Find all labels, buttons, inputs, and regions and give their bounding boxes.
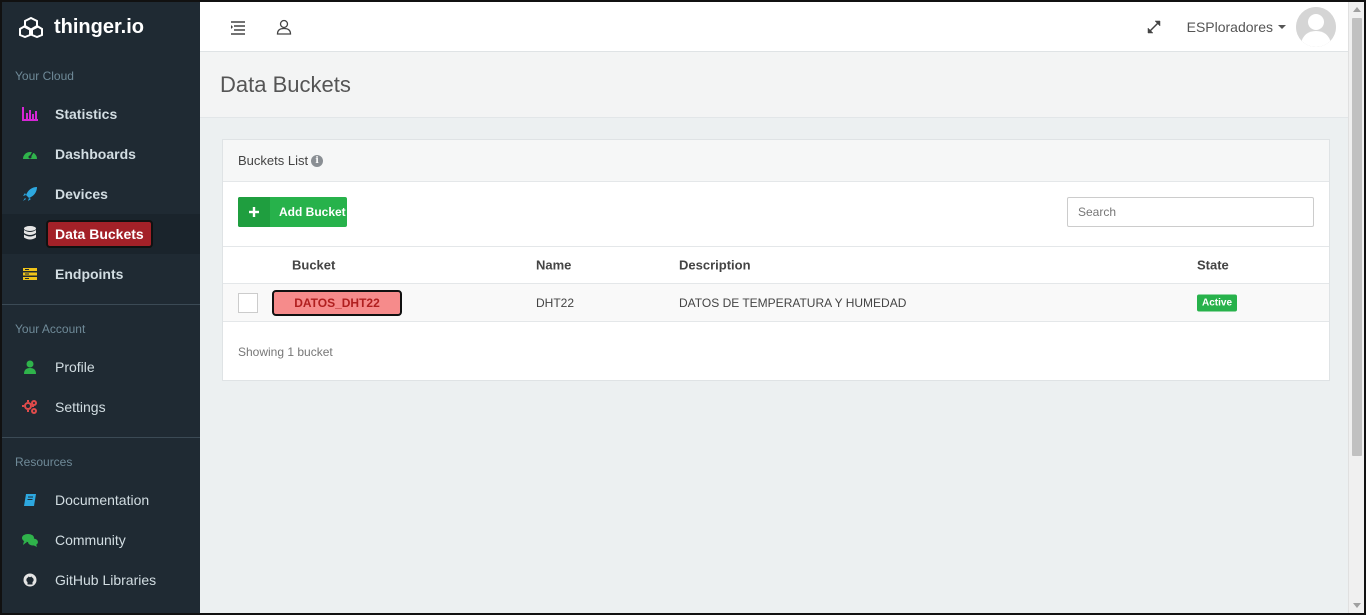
vertical-scrollbar[interactable] [1348, 2, 1364, 613]
sidebar-item-data-buckets[interactable]: Data Buckets [2, 214, 200, 254]
avatar[interactable] [1296, 7, 1336, 47]
sidebar-item-devices[interactable]: Devices [2, 174, 200, 214]
top-navbar: ESPloradores [200, 2, 1350, 52]
page-header: Data Buckets [200, 52, 1350, 118]
scroll-thumb[interactable] [1352, 18, 1362, 456]
book-icon [22, 492, 38, 508]
chevron-down-icon [1278, 25, 1286, 29]
thinger-logo-icon [19, 16, 43, 38]
sidebar-item-label: Profile [55, 359, 95, 375]
brand[interactable]: thinger.io [2, 2, 200, 52]
rocket-icon [22, 186, 38, 202]
menu-toggle-icon[interactable] [230, 16, 250, 36]
sidebar-item-label: GitHub Libraries [55, 572, 157, 588]
sidebar-item-documentation[interactable]: Documentation [2, 480, 200, 520]
sidebar-item-label: Devices [55, 186, 108, 202]
database-icon [22, 226, 38, 242]
username: ESPloradores [1186, 19, 1273, 35]
bucket-name-cell: DHT22 [536, 295, 575, 310]
search-input[interactable] [1067, 197, 1314, 227]
app-window: thinger.io Your Cloud Statistics Dashboa… [0, 0, 1366, 615]
cogs-icon [22, 399, 38, 415]
scroll-down-arrow-icon[interactable] [1353, 603, 1361, 608]
column-header-description[interactable]: Description [679, 258, 751, 273]
endpoint-icon [22, 266, 38, 282]
scroll-up-arrow-icon[interactable] [1353, 7, 1361, 12]
sidebar-item-label: Community [55, 532, 126, 548]
section-label-your-account: Your Account [15, 322, 86, 336]
sidebar: thinger.io Your Cloud Statistics Dashboa… [2, 2, 200, 613]
sidebar-item-label: Dashboards [55, 146, 136, 162]
table-footer: Showing 1 bucket [238, 345, 333, 359]
add-bucket-button[interactable]: Add Bucket [238, 197, 347, 227]
column-header-state[interactable]: State [1197, 258, 1229, 273]
section-label-your-cloud: Your Cloud [15, 69, 74, 83]
bucket-link[interactable]: DATOS_DHT22 [272, 290, 402, 316]
column-header-name[interactable]: Name [536, 258, 571, 273]
plus-icon [238, 197, 270, 227]
column-header-bucket[interactable]: Bucket [292, 258, 335, 273]
fullscreen-icon[interactable] [1146, 16, 1166, 36]
add-bucket-label: Add Bucket [279, 205, 346, 219]
sidebar-item-settings[interactable]: Settings [2, 387, 200, 427]
buckets-panel: Buckets List i Add Bucket Bucket Name De… [222, 139, 1330, 381]
status-badge: Active [1197, 294, 1238, 311]
sidebar-item-dashboards[interactable]: Dashboards [2, 134, 200, 174]
github-icon [22, 572, 38, 588]
sidebar-item-statistics[interactable]: Statistics [2, 94, 200, 134]
bucket-description-cell: DATOS DE TEMPERATURA Y HUMEDAD [679, 295, 907, 310]
sidebar-item-label: Settings [55, 399, 106, 415]
panel-heading: Buckets List i [223, 140, 1329, 182]
panel-toolbar: Add Bucket [223, 182, 1329, 247]
info-icon[interactable]: i [311, 154, 324, 167]
sidebar-item-github-libraries[interactable]: GitHub Libraries [2, 560, 200, 600]
user-icon [22, 359, 38, 375]
dashboard-icon [22, 146, 38, 162]
brand-name: thinger.io [54, 15, 144, 38]
user-menu[interactable]: ESPloradores [1187, 6, 1336, 48]
sidebar-item-label: Endpoints [55, 266, 124, 282]
panel-title: Buckets List [238, 153, 309, 168]
sidebar-item-label: Statistics [55, 106, 118, 122]
row-checkbox[interactable] [238, 293, 258, 313]
table-row: DATOS_DHT22 DHT22 DATOS DE TEMPERATURA Y… [223, 284, 1329, 322]
bar-chart-icon [22, 106, 38, 122]
sidebar-item-endpoints[interactable]: Endpoints [2, 254, 200, 294]
comments-icon [22, 532, 38, 548]
sidebar-item-label: Documentation [55, 492, 150, 508]
table-header: Bucket Name Description State [223, 247, 1329, 284]
sidebar-item-label: Data Buckets [46, 220, 153, 248]
page-title: Data Buckets [220, 72, 351, 97]
section-label-resources: Resources [15, 455, 73, 469]
sidebar-item-profile[interactable]: Profile [2, 347, 200, 387]
avatar-placeholder-icon [1296, 7, 1336, 47]
sidebar-item-community[interactable]: Community [2, 520, 200, 560]
user-outline-icon[interactable] [276, 16, 296, 36]
